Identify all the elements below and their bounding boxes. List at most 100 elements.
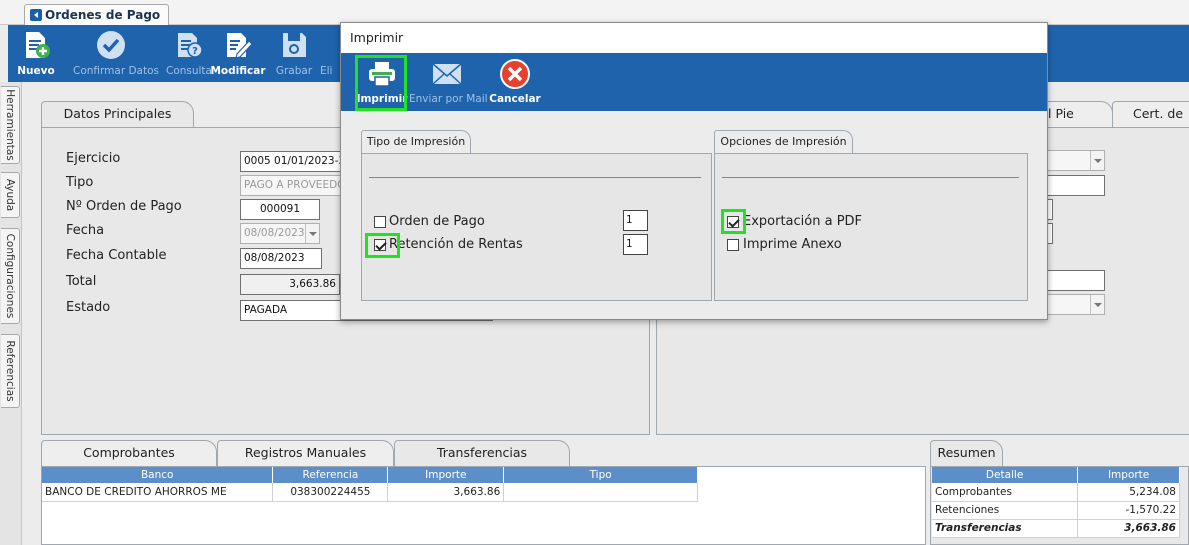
imprimir-highlight: [355, 55, 407, 111]
grid-header-banco[interactable]: Banco: [42, 467, 274, 483]
grid-header-importe[interactable]: Importe: [387, 467, 505, 483]
orden-de-pago-field[interactable]: 000091: [240, 199, 320, 220]
table-row[interactable]: BANCO DE CREDITO AHORROS ME 038300224455…: [42, 483, 698, 502]
query-document-icon: ?: [178, 33, 203, 58]
fecha-contable-field[interactable]: 08/08/2023: [240, 248, 322, 269]
cell-importe: 3,663.86: [1077, 519, 1180, 538]
ejercicio-select[interactable]: 0005 01/01/2023-3: [240, 151, 350, 172]
grid-header-importe: Importe: [1077, 467, 1180, 483]
eliminar-button[interactable]: Eli: [320, 25, 340, 82]
side-tab-referencias[interactable]: Referencias: [1, 334, 20, 408]
cell-referencia: 038300224455: [272, 483, 389, 502]
chevron-down-icon[interactable]: [305, 224, 319, 243]
retencion-highlight: [365, 233, 400, 258]
group-divider: [369, 177, 701, 178]
back-arrow-icon: [30, 9, 42, 21]
grabar-button[interactable]: Grabar: [276, 25, 312, 82]
chevron-down-icon[interactable]: [1090, 295, 1104, 314]
tab-registros-manuales[interactable]: Registros Manuales: [217, 440, 394, 466]
resumen-grid: Detalle Importe Comprobantes 5,234.08 Re…: [932, 467, 1180, 538]
retencion-label: Retención de Rentas: [389, 237, 523, 252]
modificar-button[interactable]: Modificar: [210, 25, 266, 82]
tab-label: Transferencias: [436, 445, 528, 460]
cancel-x-icon: [500, 59, 530, 89]
check-circle-icon: [97, 31, 125, 59]
orden-de-pago-label: Orden de Pago: [389, 214, 485, 229]
grid-header-referencia[interactable]: Referencia: [272, 467, 389, 483]
imprime-anexo-checkbox[interactable]: [727, 239, 739, 251]
confirmar-datos-label: Confirmar Datos: [73, 65, 160, 77]
grid-header-detalle: Detalle: [932, 467, 1079, 483]
tab-label: Resumen: [937, 445, 996, 460]
edit-document-icon: [227, 33, 253, 59]
side-tab-ayuda[interactable]: Ayuda: [1, 172, 20, 218]
cell-importe: -1,570.22: [1077, 501, 1180, 520]
label-tipo: Tipo: [66, 175, 94, 190]
tipo-select[interactable]: PAGO A PROVEEDOR: [240, 175, 350, 196]
new-document-icon: [26, 32, 50, 58]
exportacion-highlight: [721, 209, 746, 234]
enviar-por-mail-label: Enviar por Mail: [409, 93, 488, 105]
chevron-down-icon[interactable]: [1090, 151, 1104, 170]
cell-detalle: Comprobantes: [932, 483, 1079, 502]
tab-resumen[interactable]: Resumen: [930, 440, 1003, 467]
table-row: Transferencias 3,663.86: [932, 519, 1180, 538]
table-row: Retenciones -1,570.22: [932, 501, 1180, 520]
tab-label: Registros Manuales: [244, 445, 367, 460]
cancelar-label: Cancelar: [489, 93, 541, 105]
cell-importe: 3,663.86: [387, 483, 505, 502]
document-tab-ordenes-de-pago[interactable]: Ordenes de Pago: [24, 4, 170, 26]
side-tab-herramientas[interactable]: Herramientas: [1, 86, 20, 164]
pie-field-4[interactable]: [1040, 270, 1105, 291]
side-tab-label: Configuraciones: [4, 233, 16, 319]
cell-tipo: [503, 483, 698, 502]
side-tab-label: Herramientas: [4, 89, 16, 161]
label-orden-de-pago: Nº Orden de Pago: [66, 199, 182, 214]
retencion-copies[interactable]: 1: [623, 234, 648, 255]
opciones-impresion-tab: Opciones de Impresión: [714, 130, 853, 154]
confirmar-datos-button[interactable]: Confirmar Datos: [73, 25, 159, 82]
total-field: 3,663.86: [240, 274, 340, 295]
cell-detalle: Retenciones: [932, 501, 1079, 520]
side-panel-tabs: Herramientas Ayuda Configuraciones Refer…: [0, 82, 22, 545]
imprimir-dialog: Imprimir Imprimir Enviar por Mail Cancel…: [340, 22, 1048, 320]
enviar-por-mail-button[interactable]: Enviar por Mail: [409, 53, 488, 111]
grid-header-tipo[interactable]: Tipo: [503, 467, 698, 483]
pie-select-1[interactable]: [1040, 150, 1105, 171]
dialog-toolbar: Imprimir Enviar por Mail Cancelar: [341, 53, 1047, 111]
envelope-icon: [432, 63, 462, 85]
pie-field-1[interactable]: [1040, 175, 1105, 196]
side-tab-configuraciones[interactable]: Configuraciones: [1, 228, 20, 324]
tab-label: Comprobantes: [83, 445, 175, 460]
orden-de-pago-checkbox[interactable]: [374, 216, 386, 228]
tab-label: Cert. de: [1133, 106, 1184, 121]
save-disk-icon: [283, 33, 306, 57]
tab-comprobantes[interactable]: Comprobantes: [41, 440, 217, 466]
tab-transferencias[interactable]: Transferencias: [394, 440, 570, 467]
imprime-anexo-label: Imprime Anexo: [743, 237, 842, 252]
fecha-field[interactable]: 08/08/2023: [240, 223, 320, 244]
pie-select-2[interactable]: [1040, 294, 1105, 315]
side-tab-label: Referencias: [4, 340, 16, 402]
label-fecha: Fecha: [66, 223, 105, 238]
cell-importe: 5,234.08: [1077, 483, 1180, 502]
label-total: Total: [66, 274, 97, 289]
eliminar-label: Eli: [320, 65, 333, 77]
tab-label: Datos Principales: [63, 106, 172, 121]
tab-cert[interactable]: Cert. de: [1112, 101, 1189, 127]
label-fecha-contable: Fecha Contable: [66, 248, 167, 263]
cell-detalle: Transferencias: [932, 519, 1079, 538]
document-tab-label: Ordenes de Pago: [45, 8, 161, 22]
tab-label: l Pie: [1048, 106, 1074, 121]
nuevo-button[interactable]: Nuevo: [17, 25, 55, 82]
label-estado: Estado: [66, 300, 111, 315]
label-ejercicio: Ejercicio: [66, 151, 121, 166]
orden-de-pago-copies[interactable]: 1: [623, 210, 648, 231]
side-tab-label: Ayuda: [4, 178, 16, 212]
tab-datos-principales[interactable]: Datos Principales: [41, 101, 194, 128]
cell-banco: BANCO DE CREDITO AHORROS ME: [42, 483, 274, 502]
grid-header-row: Detalle Importe: [932, 467, 1180, 483]
table-row: Comprobantes 5,234.08: [932, 483, 1180, 502]
dialog-title: Imprimir: [341, 23, 1047, 53]
cancelar-button[interactable]: Cancelar: [489, 53, 541, 111]
